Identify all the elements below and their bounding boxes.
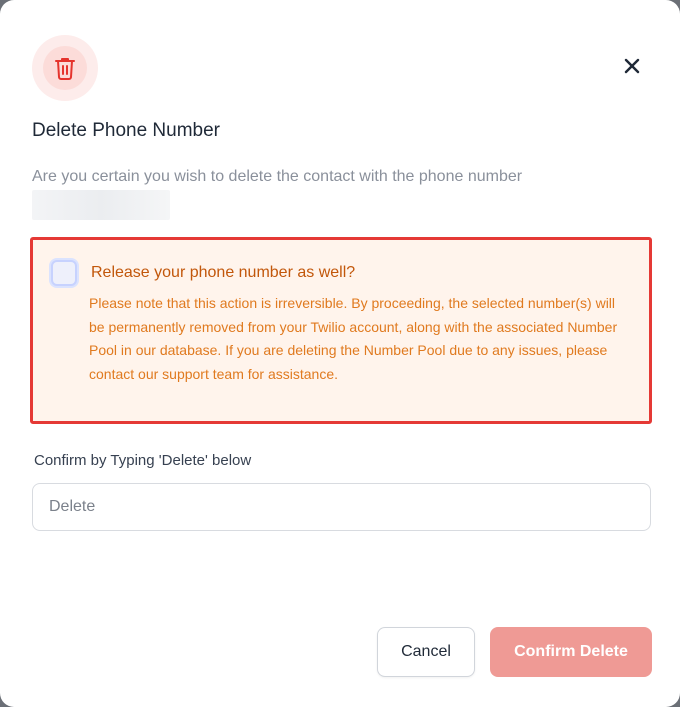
trash-icon-badge-inner — [43, 46, 87, 90]
trash-icon — [55, 58, 75, 80]
confirm-label: Confirm by Typing 'Delete' below — [34, 452, 252, 469]
dialog-title: Delete Phone Number — [32, 120, 220, 141]
release-number-checkbox[interactable] — [51, 260, 77, 286]
close-button[interactable] — [620, 54, 644, 78]
warning-text: Please note that this action is irrevers… — [89, 295, 618, 382]
cancel-button[interactable]: Cancel — [377, 627, 475, 677]
close-icon — [624, 58, 640, 74]
trash-icon-badge — [32, 35, 98, 101]
confirm-delete-button[interactable]: Confirm Delete — [490, 627, 652, 677]
delete-phone-number-dialog: Delete Phone Number Are you certain you … — [0, 0, 680, 707]
dialog-description: Are you certain you wish to delete the c… — [32, 168, 523, 185]
release-number-warning: Release your phone number as well? Pleas… — [30, 237, 652, 424]
redacted-phone-number — [32, 190, 170, 220]
warning-heading: Release your phone number as well? — [91, 264, 356, 281]
confirm-delete-input[interactable] — [32, 483, 651, 531]
